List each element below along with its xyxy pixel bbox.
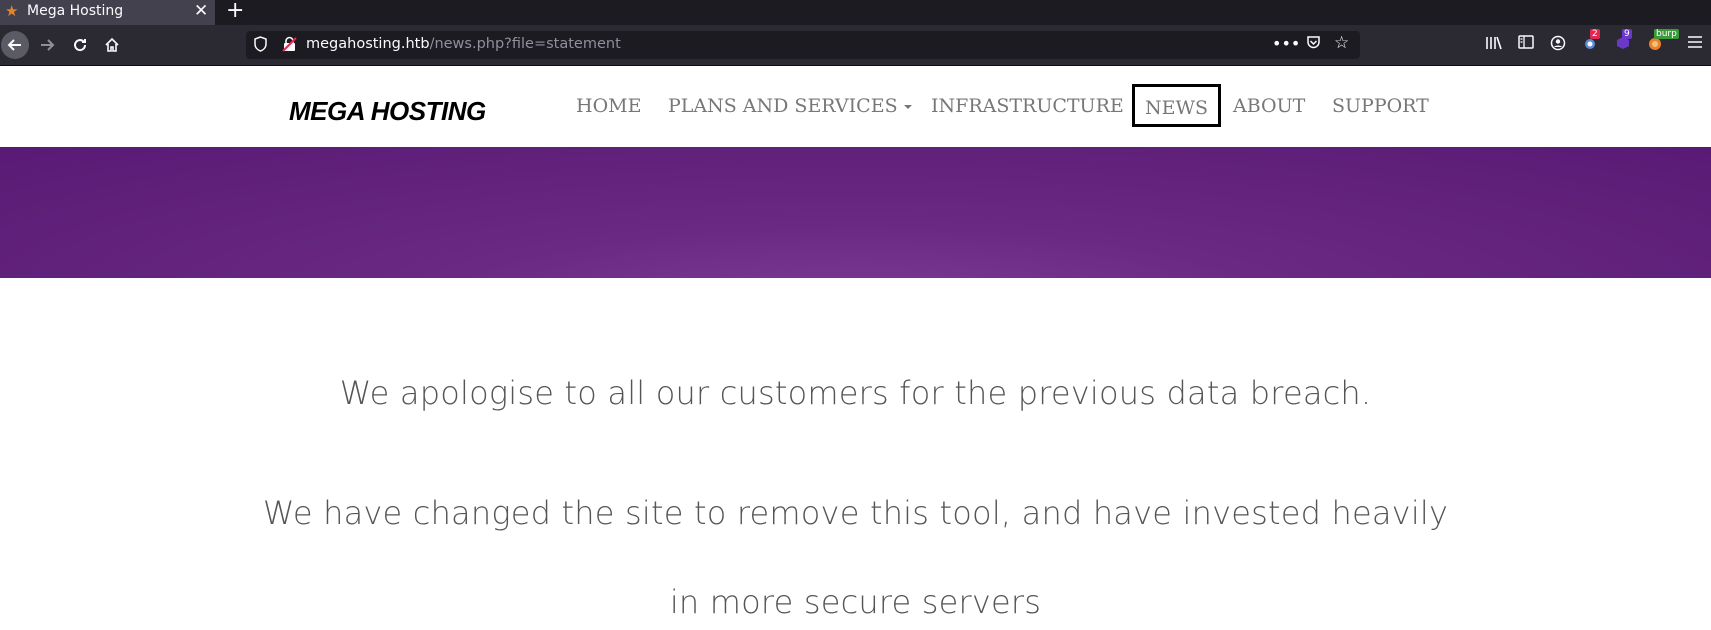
home-icon — [105, 37, 119, 52]
new-tab-button[interactable]: + — [226, 0, 244, 23]
star-icon: ★ — [5, 2, 19, 20]
back-button[interactable] — [1, 31, 29, 59]
url-host: megahosting.htb — [306, 36, 430, 52]
news-statement: We apologise to all our customers for th… — [0, 278, 1711, 630]
nav-plans-label: PLANS AND SERVICES — [668, 95, 898, 117]
account-icon[interactable] — [1547, 35, 1569, 57]
browser-tab-bar: ★ Mega Hosting ✕ + — [0, 0, 1711, 25]
browser-tab[interactable]: ★ Mega Hosting ✕ — [0, 0, 215, 25]
extension-badge: 2 — [1590, 29, 1600, 39]
home-button[interactable] — [97, 25, 127, 65]
extension-cube-icon[interactable]: 9 — [1612, 29, 1634, 57]
burp-badge: burp — [1654, 29, 1679, 39]
nav-support[interactable]: SUPPORT — [1332, 95, 1429, 117]
pocket-icon[interactable] — [1306, 35, 1321, 54]
sidebar-icon[interactable] — [1515, 35, 1537, 57]
nav-infrastructure[interactable]: INFRASTRUCTURE — [931, 95, 1124, 117]
tracking-shield-icon[interactable] — [254, 36, 268, 53]
insecure-lock-icon[interactable] — [282, 36, 298, 53]
extension-icon[interactable]: 2 — [1580, 29, 1602, 57]
nav-home[interactable]: HOME — [576, 95, 641, 117]
nav-about[interactable]: ABOUT — [1233, 95, 1305, 117]
url-path: /news.php?file=statement — [429, 36, 621, 52]
statement-line-2: We have changed the site to remove this … — [262, 494, 1449, 532]
browser-navigation-bar: megahosting.htb/news.php?file=statement … — [0, 25, 1711, 66]
page-actions-icon[interactable]: ••• — [1272, 34, 1300, 53]
main-navigation: HOME PLANS AND SERVICES INFRASTRUCTURE N… — [0, 66, 1711, 147]
extension-badge-2: 9 — [1622, 29, 1632, 39]
hamburger-menu-icon[interactable] — [1684, 35, 1706, 57]
bookmark-star-icon[interactable]: ☆ — [1334, 33, 1349, 53]
nav-news[interactable]: NEWS — [1132, 84, 1222, 127]
reload-button[interactable] — [65, 25, 95, 65]
url-text[interactable]: megahosting.htb/news.php?file=statement — [306, 36, 621, 52]
site-header: MEGA HOSTING HOME PLANS AND SERVICES INF… — [0, 66, 1711, 147]
statement-line-1: We apologise to all our customers for th… — [339, 374, 1372, 412]
hero-banner — [0, 147, 1711, 278]
nav-plans-and-services[interactable]: PLANS AND SERVICES — [668, 95, 912, 117]
library-icon[interactable] — [1483, 35, 1505, 57]
chevron-down-icon — [903, 105, 912, 109]
forward-arrow-icon — [41, 39, 55, 51]
url-bar[interactable]: megahosting.htb/news.php?file=statement … — [246, 31, 1360, 59]
burp-icon[interactable]: burp — [1644, 29, 1679, 57]
reload-icon — [74, 39, 87, 52]
forward-button[interactable] — [32, 25, 62, 65]
back-arrow-icon — [7, 39, 21, 51]
statement-line-3: in more secure servers — [669, 583, 1042, 621]
tab-title: Mega Hosting — [27, 3, 124, 19]
close-tab-icon[interactable]: ✕ — [194, 1, 208, 21]
